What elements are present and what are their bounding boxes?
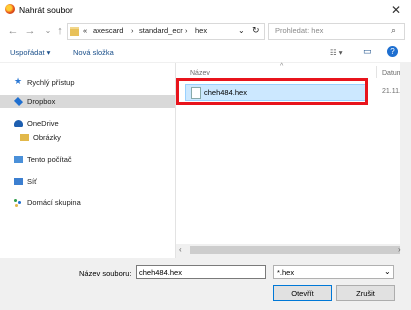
command-toolbar bbox=[0, 43, 411, 62]
open-button[interactable]: Otevřít bbox=[273, 285, 332, 301]
star-icon: ★ bbox=[14, 76, 23, 86]
chevron-down-icon: ⌄ bbox=[384, 267, 391, 276]
firefox-icon bbox=[5, 4, 15, 14]
cloud-icon bbox=[14, 120, 23, 127]
view-options-icon[interactable]: ☷ ▾ bbox=[330, 48, 343, 57]
column-header-name[interactable]: Název bbox=[190, 70, 210, 77]
forward-button[interactable]: → bbox=[23, 24, 37, 38]
file-type-select[interactable]: *.hex ⌄ bbox=[273, 265, 394, 279]
column-divider[interactable] bbox=[376, 66, 377, 78]
sidebar-item-pictures[interactable]: Obrázky bbox=[0, 131, 175, 144]
sidebar-item-dropbox[interactable]: Dropbox bbox=[0, 95, 175, 108]
sort-indicator-icon: ^ bbox=[280, 63, 284, 70]
back-button[interactable]: ← bbox=[6, 24, 20, 38]
breadcrumb-standard-ecr[interactable]: standard_ecr bbox=[139, 26, 183, 35]
up-button[interactable]: ↑ bbox=[53, 24, 67, 38]
close-button[interactable]: ✕ bbox=[385, 1, 407, 19]
computer-icon bbox=[14, 156, 23, 163]
breadcrumb-axescard[interactable]: axescard bbox=[93, 26, 123, 35]
dropbox-icon bbox=[13, 96, 24, 107]
sidebar-item-label: Síť bbox=[27, 177, 37, 186]
search-input[interactable]: Prohledat: hex ⌕ bbox=[268, 23, 405, 40]
new-folder-button[interactable]: Nová složka bbox=[73, 48, 114, 57]
file-type-value: *.hex bbox=[277, 268, 295, 277]
help-icon[interactable]: ? bbox=[387, 46, 398, 57]
refresh-icon[interactable]: ↻ bbox=[252, 25, 260, 36]
scrollbar-thumb[interactable] bbox=[190, 246, 400, 254]
sidebar-item-quick-access[interactable]: ★ Rychlý přístup bbox=[0, 76, 175, 89]
sidebar-item-label: Rychlý přístup bbox=[27, 78, 75, 87]
pictures-icon bbox=[20, 134, 29, 141]
scroll-left-icon[interactable]: ‹ bbox=[179, 245, 182, 254]
sidebar-item-label: Tento počítač bbox=[27, 155, 72, 164]
preview-pane-icon[interactable]: ▭ bbox=[363, 46, 372, 57]
address-bar[interactable]: « axescard › standard_ecr › hex ⌄ ↻ bbox=[67, 23, 265, 40]
sidebar-item-onedrive[interactable]: OneDrive bbox=[0, 117, 175, 130]
breadcrumb-separator[interactable]: › bbox=[185, 26, 188, 35]
sidebar-item-homegroup[interactable]: Domácí skupina bbox=[0, 196, 175, 209]
breadcrumb-hex[interactable]: hex bbox=[195, 26, 207, 35]
cancel-button[interactable]: Zrušit bbox=[336, 285, 395, 301]
search-placeholder: Prohledat: hex bbox=[275, 26, 324, 35]
scroll-right-icon[interactable]: › bbox=[398, 245, 401, 254]
sidebar-item-label: OneDrive bbox=[27, 119, 59, 128]
sidebar-item-label: Domácí skupina bbox=[27, 198, 81, 207]
search-icon: ⌕ bbox=[391, 25, 397, 35]
vertical-scrollbar[interactable] bbox=[400, 63, 406, 244]
organize-button[interactable]: Uspořádat ▾ bbox=[10, 48, 50, 57]
window-title: Nahrát soubor bbox=[19, 5, 73, 15]
filename-label: Název souboru: bbox=[79, 269, 132, 278]
address-dropdown-icon[interactable]: ⌄ bbox=[238, 26, 245, 35]
sidebar-item-label: Dropbox bbox=[27, 97, 56, 106]
sidebar-item-network[interactable]: Síť bbox=[0, 175, 175, 188]
sidebar-item-label: Obrázky bbox=[33, 133, 61, 142]
sidebar-item-this-pc[interactable]: Tento počítač bbox=[0, 153, 175, 166]
horizontal-scrollbar[interactable]: ‹ › bbox=[176, 244, 406, 256]
breadcrumb-overflow[interactable]: « bbox=[83, 26, 87, 35]
filename-input[interactable]: cheh484.hex bbox=[136, 265, 266, 279]
red-highlight-box bbox=[176, 78, 368, 105]
homegroup-icon bbox=[14, 199, 17, 202]
folder-icon bbox=[70, 27, 79, 36]
breadcrumb-separator[interactable]: › bbox=[131, 26, 134, 35]
network-icon bbox=[14, 178, 23, 185]
